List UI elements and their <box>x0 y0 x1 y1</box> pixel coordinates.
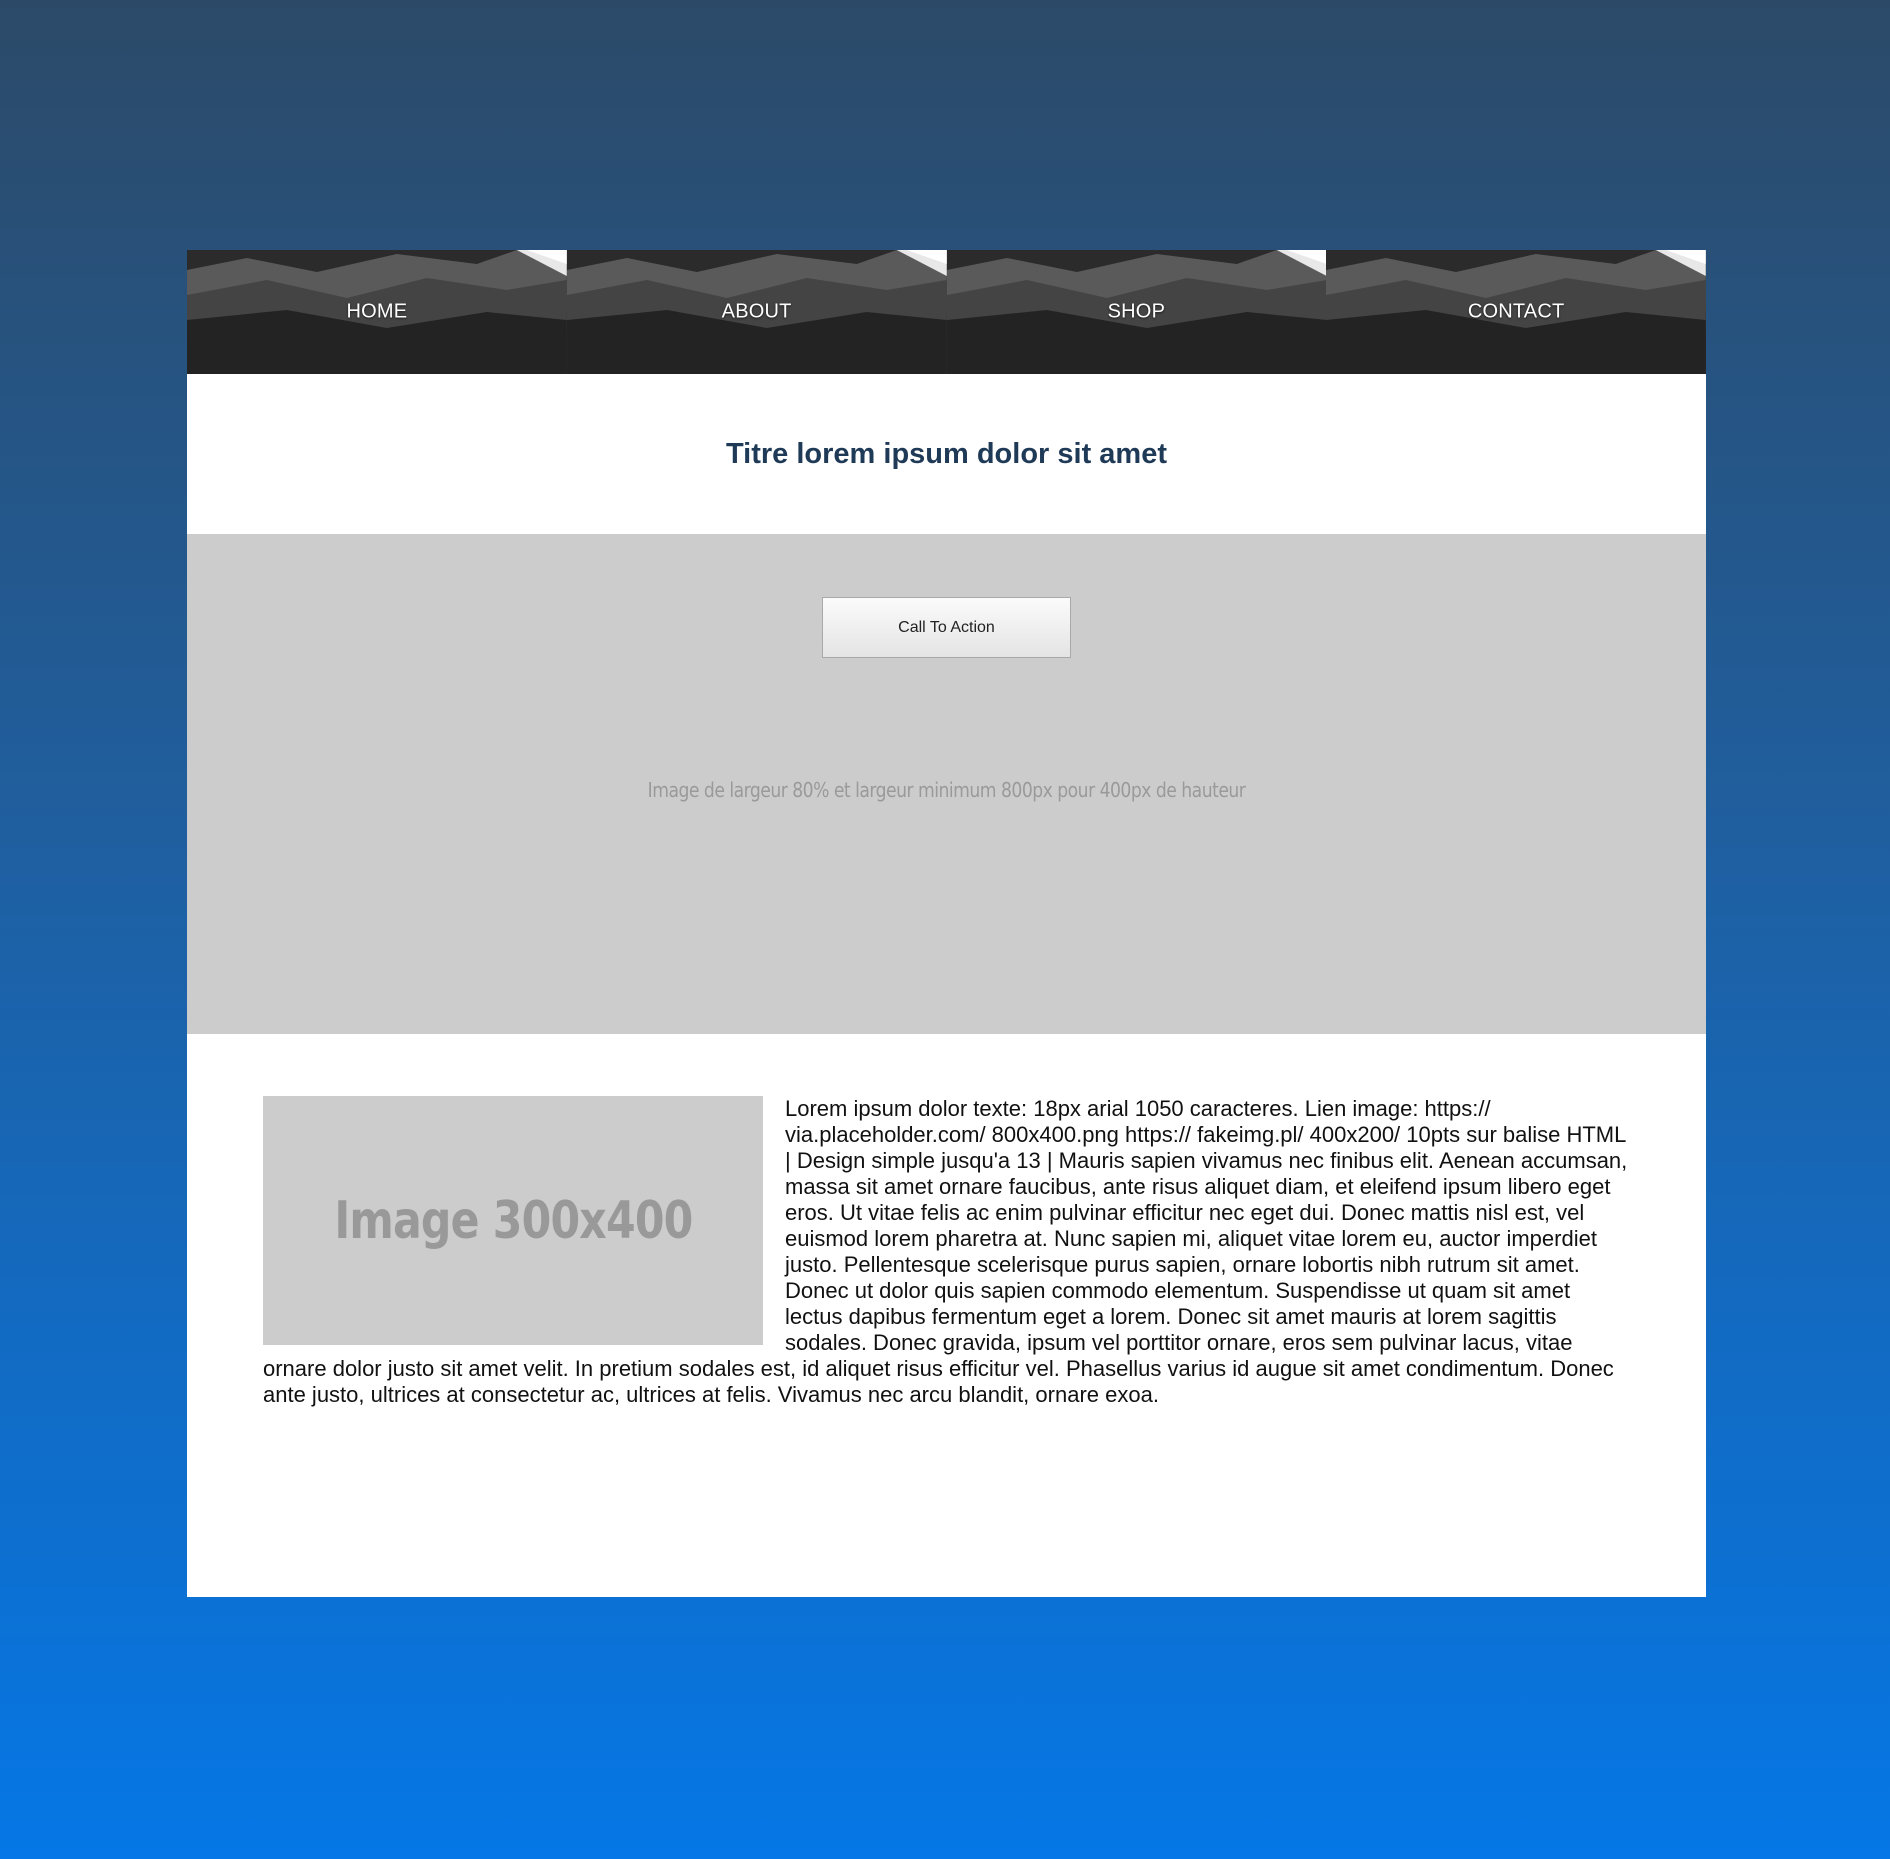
title-section: Titre lorem ipsum dolor sit amet <box>187 374 1706 534</box>
nav-item-about[interactable]: ABOUT <box>566 250 947 374</box>
page-title: Titre lorem ipsum dolor sit amet <box>725 437 1167 470</box>
call-to-action-button[interactable]: Call To Action <box>822 597 1071 658</box>
hero-image-caption: Image de largeur 80% et largeur minimum … <box>647 778 1246 802</box>
nav-label-contact: CONTACT <box>1467 300 1565 323</box>
nav-item-shop[interactable]: SHOP <box>946 250 1327 374</box>
nav-item-contact[interactable]: CONTACT <box>1326 250 1706 374</box>
nav-label-about: ABOUT <box>721 300 792 323</box>
nav-label-shop: SHOP <box>1107 300 1166 323</box>
main-nav: HOME ABOUT SHOP CONTACT <box>187 250 1706 374</box>
nav-item-home[interactable]: HOME <box>187 250 567 374</box>
page-container: HOME ABOUT SHOP CONTACT Titre lorem ipsu… <box>187 250 1706 1597</box>
content-image-label: Image 300x400 <box>333 1190 693 1251</box>
content-section: Image 300x400 Lorem ipsum dolor texte: 1… <box>263 1096 1630 1408</box>
nav-label-home: HOME <box>346 300 408 323</box>
content-image-placeholder: Image 300x400 <box>263 1096 763 1345</box>
hero-image-placeholder: Call To Action Image de largeur 80% et l… <box>187 534 1706 1034</box>
